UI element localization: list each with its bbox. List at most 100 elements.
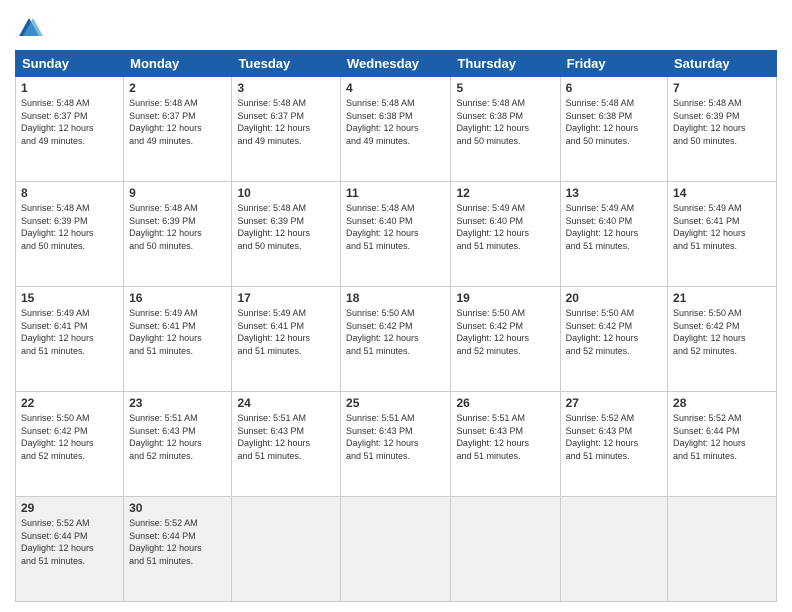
day-info: Sunrise: 5:50 AMSunset: 6:42 PMDaylight:… [456,307,554,357]
day-number: 7 [673,81,771,95]
day-number: 6 [566,81,662,95]
calendar-cell: 1 Sunrise: 5:48 AMSunset: 6:37 PMDaylight… [16,77,124,182]
day-info: Sunrise: 5:52 AMSunset: 6:44 PMDaylight:… [673,412,771,462]
day-number: 27 [566,396,662,410]
day-number: 23 [129,396,226,410]
calendar-cell: 6Sunrise: 5:48 AMSunset: 6:38 PMDaylight… [560,77,667,182]
day-info: Sunrise: 5:48 AMSunset: 6:40 PMDaylight:… [346,202,445,252]
day-info: Sunrise: 5:48 AMSunset: 6:38 PMDaylight:… [346,97,445,147]
day-number: 19 [456,291,554,305]
day-number: 20 [566,291,662,305]
day-number: 12 [456,186,554,200]
day-info: Sunrise: 5:48 AMSunset: 6:37 PMDaylight:… [129,97,226,147]
day-number: 25 [346,396,445,410]
calendar-week-row: 29 Sunrise: 5:52 AMSunset: 6:44 PMDayligh… [16,497,777,602]
day-info: Sunrise: 5:49 AMSunset: 6:40 PMDaylight:… [566,202,662,252]
calendar-cell: 13 Sunrise: 5:49 AMSunset: 6:40 PMDayligh… [560,182,667,287]
calendar-cell: 23 Sunrise: 5:51 AMSunset: 6:43 PMDayligh… [124,392,232,497]
day-number: 3 [237,81,335,95]
day-info: Sunrise: 5:50 AMSunset: 6:42 PMDaylight:… [346,307,445,357]
header [15,10,777,42]
day-info: Sunrise: 5:48 AMSunset: 6:39 PMDaylight:… [129,202,226,252]
weekday-header: Tuesday [232,51,341,77]
day-info: Sunrise: 5:52 AMSunset: 6:44 PMDaylight:… [21,517,118,567]
day-number: 4 [346,81,445,95]
day-info: Sunrise: 5:49 AMSunset: 6:41 PMDaylight:… [21,307,118,357]
day-info: Sunrise: 5:48 AMSunset: 6:38 PMDaylight:… [456,97,554,147]
day-info: Sunrise: 5:52 AMSunset: 6:43 PMDaylight:… [566,412,662,462]
day-number: 5 [456,81,554,95]
calendar-cell: 27 Sunrise: 5:52 AMSunset: 6:43 PMDayligh… [560,392,667,497]
calendar-cell: 15Sunrise: 5:49 AMSunset: 6:41 PMDayligh… [16,287,124,392]
weekday-header: Thursday [451,51,560,77]
day-info: Sunrise: 5:49 AMSunset: 6:41 PMDaylight:… [673,202,771,252]
calendar-cell: 18 Sunrise: 5:50 AMSunset: 6:42 PMDayligh… [341,287,451,392]
day-number: 2 [129,81,226,95]
weekday-header: Sunday [16,51,124,77]
calendar-cell: 29 Sunrise: 5:52 AMSunset: 6:44 PMDayligh… [16,497,124,602]
day-number: 24 [237,396,335,410]
calendar-cell: 7 Sunrise: 5:48 AMSunset: 6:39 PMDaylight… [668,77,777,182]
day-number: 9 [129,186,226,200]
day-number: 8 [21,186,118,200]
weekday-header: Wednesday [341,51,451,77]
weekday-header: Saturday [668,51,777,77]
day-number: 17 [237,291,335,305]
calendar-cell: 20 Sunrise: 5:50 AMSunset: 6:42 PMDayligh… [560,287,667,392]
day-info: Sunrise: 5:51 AMSunset: 6:43 PMDaylight:… [346,412,445,462]
weekday-header-row: SundayMondayTuesdayWednesdayThursdayFrid… [16,51,777,77]
day-info: Sunrise: 5:48 AMSunset: 6:39 PMDaylight:… [237,202,335,252]
calendar-cell: 11Sunrise: 5:48 AMSunset: 6:40 PMDayligh… [341,182,451,287]
day-info: Sunrise: 5:48 AMSunset: 6:39 PMDaylight:… [673,97,771,147]
calendar-week-row: 1 Sunrise: 5:48 AMSunset: 6:37 PMDaylight… [16,77,777,182]
calendar-cell: 17Sunrise: 5:49 AMSunset: 6:41 PMDayligh… [232,287,341,392]
day-info: Sunrise: 5:48 AMSunset: 6:37 PMDaylight:… [237,97,335,147]
calendar-cell: 2 Sunrise: 5:48 AMSunset: 6:37 PMDaylight… [124,77,232,182]
calendar-cell: 12 Sunrise: 5:49 AMSunset: 6:40 PMDayligh… [451,182,560,287]
calendar-cell: 14 Sunrise: 5:49 AMSunset: 6:41 PMDayligh… [668,182,777,287]
day-info: Sunrise: 5:49 AMSunset: 6:41 PMDaylight:… [129,307,226,357]
day-info: Sunrise: 5:51 AMSunset: 6:43 PMDaylight:… [129,412,226,462]
calendar-cell: 16 Sunrise: 5:49 AMSunset: 6:41 PMDayligh… [124,287,232,392]
calendar-cell: 21Sunrise: 5:50 AMSunset: 6:42 PMDayligh… [668,287,777,392]
calendar-cell: 8 Sunrise: 5:48 AMSunset: 6:39 PMDaylight… [16,182,124,287]
calendar-cell: 25 Sunrise: 5:51 AMSunset: 6:43 PMDayligh… [341,392,451,497]
day-number: 29 [21,501,118,515]
calendar-cell: 24 Sunrise: 5:51 AMSunset: 6:43 PMDayligh… [232,392,341,497]
calendar-cell: 10 Sunrise: 5:48 AMSunset: 6:39 PMDayligh… [232,182,341,287]
calendar-cell [232,497,341,602]
weekday-header: Monday [124,51,232,77]
calendar-cell: 26 Sunrise: 5:51 AMSunset: 6:43 PMDayligh… [451,392,560,497]
day-number: 13 [566,186,662,200]
day-info: Sunrise: 5:51 AMSunset: 6:43 PMDaylight:… [456,412,554,462]
day-info: Sunrise: 5:48 AMSunset: 6:37 PMDaylight:… [21,97,118,147]
calendar-cell [341,497,451,602]
day-number: 26 [456,396,554,410]
day-number: 16 [129,291,226,305]
calendar-cell: 30Sunrise: 5:52 AMSunset: 6:44 PMDayligh… [124,497,232,602]
day-info: Sunrise: 5:50 AMSunset: 6:42 PMDaylight:… [566,307,662,357]
logo-icon [15,14,43,42]
day-number: 14 [673,186,771,200]
calendar-cell: 3 Sunrise: 5:48 AMSunset: 6:37 PMDaylight… [232,77,341,182]
day-number: 18 [346,291,445,305]
calendar-cell: 5 Sunrise: 5:48 AMSunset: 6:38 PMDaylight… [451,77,560,182]
calendar-cell [668,497,777,602]
day-number: 1 [21,81,118,95]
calendar-cell: 19 Sunrise: 5:50 AMSunset: 6:42 PMDayligh… [451,287,560,392]
day-number: 10 [237,186,335,200]
calendar-cell: 9 Sunrise: 5:48 AMSunset: 6:39 PMDaylight… [124,182,232,287]
calendar-cell: 4 Sunrise: 5:48 AMSunset: 6:38 PMDaylight… [341,77,451,182]
calendar-cell: 28Sunrise: 5:52 AMSunset: 6:44 PMDayligh… [668,392,777,497]
calendar-cell [451,497,560,602]
day-info: Sunrise: 5:50 AMSunset: 6:42 PMDaylight:… [21,412,118,462]
calendar-week-row: 8 Sunrise: 5:48 AMSunset: 6:39 PMDaylight… [16,182,777,287]
day-number: 22 [21,396,118,410]
calendar-table: SundayMondayTuesdayWednesdayThursdayFrid… [15,50,777,602]
day-info: Sunrise: 5:51 AMSunset: 6:43 PMDaylight:… [237,412,335,462]
day-info: Sunrise: 5:48 AMSunset: 6:39 PMDaylight:… [21,202,118,252]
day-info: Sunrise: 5:49 AMSunset: 6:40 PMDaylight:… [456,202,554,252]
logo [15,14,47,42]
day-info: Sunrise: 5:50 AMSunset: 6:42 PMDaylight:… [673,307,771,357]
weekday-header: Friday [560,51,667,77]
